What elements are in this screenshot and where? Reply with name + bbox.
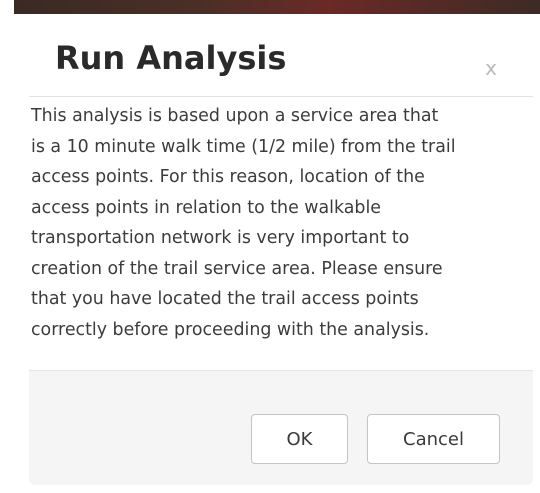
close-button[interactable]: x [479,54,503,82]
dialog-header: Run Analysis x [29,14,533,97]
dialog-title: Run Analysis [55,39,287,77]
ok-button[interactable]: OK [251,414,348,464]
dialog-body: This analysis is based upon a service ar… [29,98,533,374]
run-analysis-dialog: Run Analysis x This analysis is based up… [29,14,533,485]
dialog-footer: OK Cancel [29,370,533,485]
backdrop-map-strip [14,0,540,14]
dialog-message: This analysis is based upon a service ar… [31,106,456,340]
cancel-button[interactable]: Cancel [367,414,500,464]
